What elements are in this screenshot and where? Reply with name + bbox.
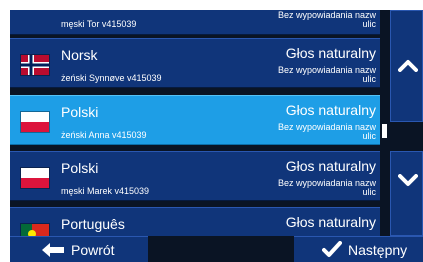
- language-name: Norsk: [61, 47, 98, 63]
- voice-quality: Głos naturalny: [285, 45, 376, 61]
- language-name: Polski: [61, 104, 99, 120]
- scroll-up-button[interactable]: [390, 10, 423, 122]
- footer-bar: Powrót Następny: [10, 236, 423, 262]
- voice-list-item[interactable]: Norsk żeński Synnøve v415039 Głos natura…: [10, 38, 380, 88]
- poland-flag-icon: [20, 111, 50, 133]
- language-name: Português: [61, 216, 125, 232]
- voice-name: męski Marek v415039: [61, 186, 150, 196]
- scrollbar-thumb[interactable]: [382, 124, 387, 138]
- voice-list-item[interactable]: Polski męski Marek v415039 Głos naturaln…: [10, 151, 380, 201]
- scroll-down-button[interactable]: [390, 151, 423, 236]
- language-voice-screen: męski Tor v415039 Bez wypowiadania nazw …: [10, 10, 423, 262]
- voice-quality: Głos naturalny: [285, 102, 376, 118]
- street-names-note: Bez wypowiadania nazw ulic: [277, 65, 376, 84]
- street-names-note: Bez wypowiadania nazw ulic: [277, 178, 376, 197]
- street-names-note: Bez wypowiadania nazw ulic: [277, 10, 376, 29]
- street-names-note: Bez wypowiadania nazw ulic: [277, 122, 376, 141]
- chevron-down-icon: [398, 174, 418, 186]
- voice-name: żeński Synnøve v415039: [61, 73, 162, 83]
- poland-flag-icon: [20, 167, 50, 189]
- voice-quality: Głos naturalny: [285, 214, 376, 230]
- next-button[interactable]: Następny: [294, 236, 423, 262]
- voice-list: męski Tor v415039 Bez wypowiadania nazw …: [10, 10, 387, 243]
- back-button-label: Powrót: [71, 242, 115, 258]
- voice-name: żeński Anna v415039: [61, 130, 147, 140]
- next-button-label: Następny: [348, 242, 408, 258]
- chevron-up-icon: [398, 60, 418, 72]
- voice-list-item-selected[interactable]: Polski żeński Anna v415039 Głos naturaln…: [10, 95, 380, 145]
- language-name: Polski: [61, 160, 99, 176]
- voice-name: męski Tor v415039: [61, 19, 137, 29]
- norway-flag-icon: [20, 54, 50, 76]
- arrow-left-icon: [42, 243, 64, 257]
- checkmark-icon: [322, 241, 342, 257]
- voice-quality: Głos naturalny: [285, 158, 376, 174]
- voice-list-item[interactable]: męski Tor v415039 Bez wypowiadania nazw …: [10, 10, 380, 35]
- back-button[interactable]: Powrót: [10, 236, 148, 262]
